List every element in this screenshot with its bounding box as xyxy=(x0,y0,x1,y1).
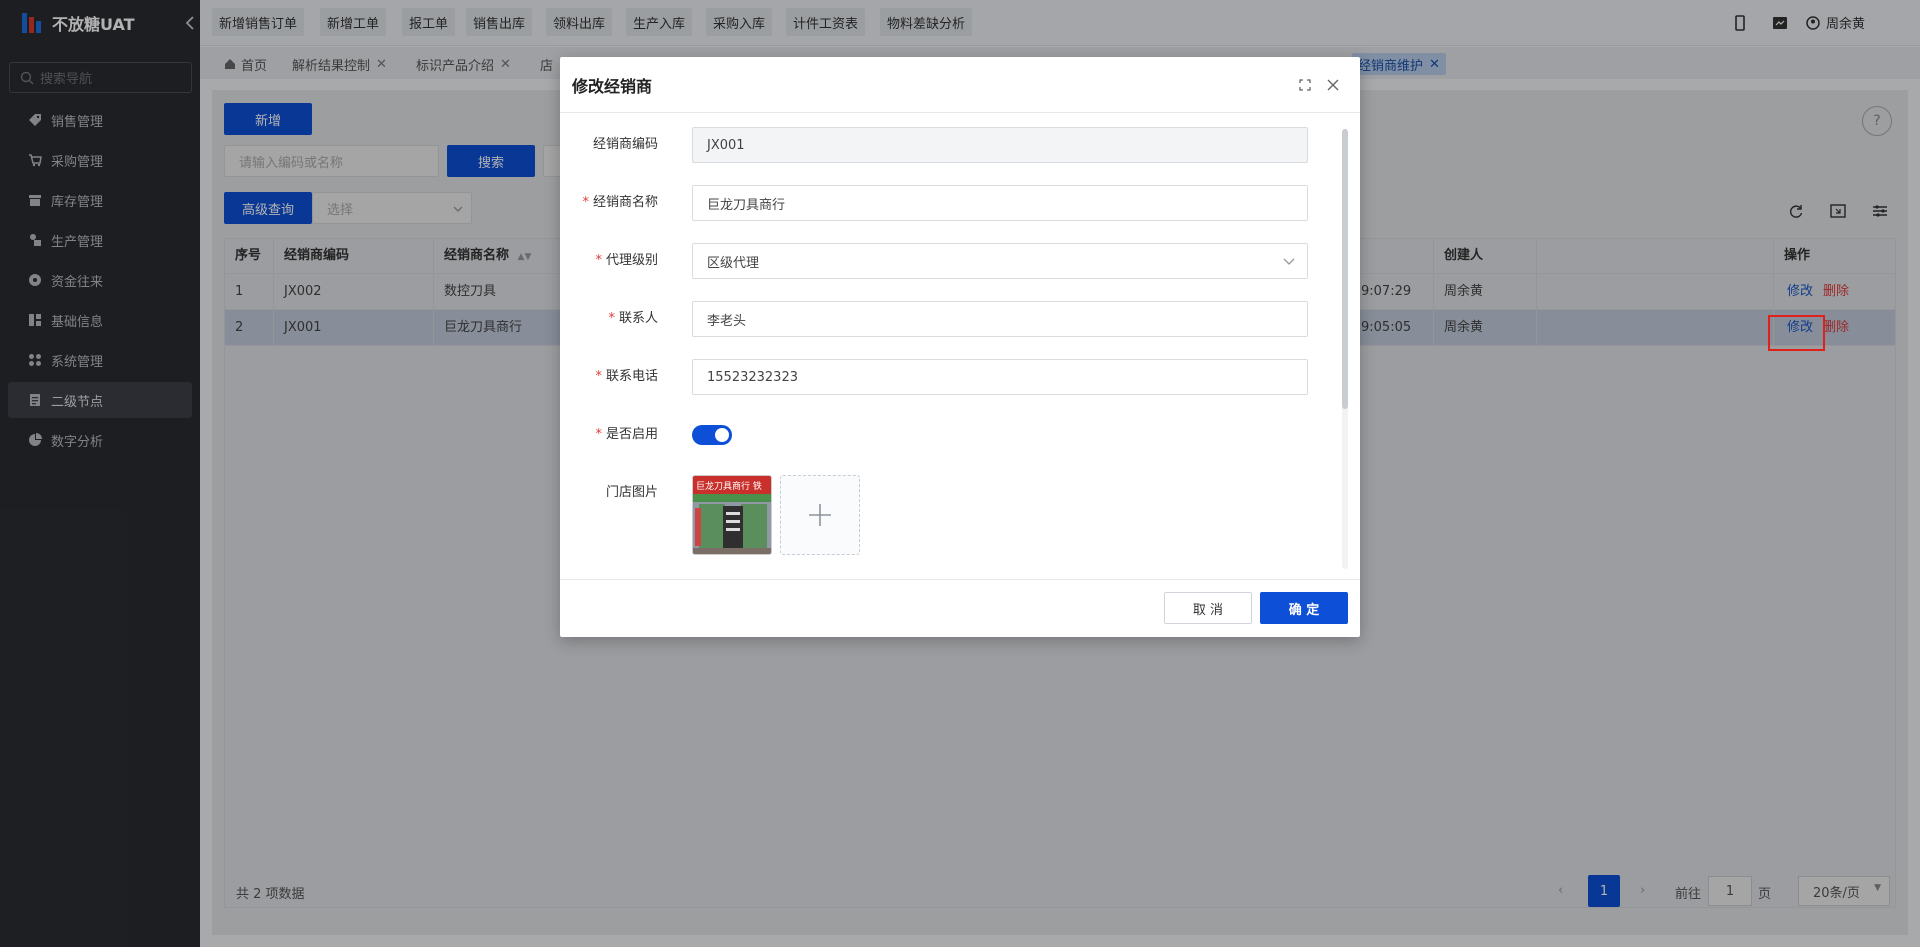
dialog-title: 修改经销商 xyxy=(572,76,653,96)
dealer-name-field[interactable]: 巨龙刀具商行 xyxy=(692,185,1308,221)
focus-highlight-box xyxy=(1768,315,1825,351)
dealer-code-field: JX001 xyxy=(692,127,1308,163)
required-marker: * xyxy=(595,427,602,442)
field-label-text: 代理级别 xyxy=(605,253,658,268)
dialog-scrollbar[interactable] xyxy=(1342,129,1348,569)
chevron-down-icon xyxy=(1283,258,1295,265)
field-label: 门店图片 xyxy=(605,485,658,500)
select-value: 区级代理 xyxy=(707,255,760,271)
contact-person-field[interactable]: 李老头 xyxy=(692,301,1308,337)
field-label: 经销商编码 xyxy=(592,137,658,152)
plus-icon xyxy=(809,504,831,526)
field-label: * 是否启用 xyxy=(595,417,658,453)
confirm-button[interactable]: 确 定 xyxy=(1260,592,1348,624)
field-label: * 联系人 xyxy=(608,301,658,337)
close-icon[interactable] xyxy=(1326,78,1340,92)
form-row-phone: * 联系电话 15523232323 xyxy=(560,359,1340,395)
field-label-text: 是否启用 xyxy=(605,427,658,442)
field-label-text: 经销商名称 xyxy=(592,195,658,210)
form-row-photo: 门店图片 巨龙刀具商行 铁 xyxy=(560,475,1340,557)
agent-level-select[interactable]: 区级代理 xyxy=(692,243,1308,279)
required-marker: * xyxy=(582,195,589,210)
required-marker: * xyxy=(595,369,602,384)
phone-field[interactable]: 15523232323 xyxy=(692,359,1308,395)
form-row-level: * 代理级别 区级代理 xyxy=(560,243,1340,279)
store-photo-thumbnail[interactable]: 巨龙刀具商行 铁 xyxy=(692,475,772,555)
field-label-text: 联系人 xyxy=(618,311,658,326)
field-label: * 代理级别 xyxy=(595,243,658,279)
form-row-name: * 经销商名称 巨龙刀具商行 xyxy=(560,185,1340,221)
form-row-contact: * 联系人 李老头 xyxy=(560,301,1340,337)
field-label-text: 联系电话 xyxy=(605,369,658,384)
form-row-code: 经销商编码 JX001 xyxy=(560,127,1340,163)
enabled-toggle[interactable] xyxy=(692,425,732,445)
required-marker: * xyxy=(595,253,602,268)
store-photo-image: 巨龙刀具商行 铁 xyxy=(693,476,771,554)
edit-dealer-dialog: 修改经销商 经销商编码 JX001 * 经销商名称 巨龙刀具商行 * 代理级别 区级… xyxy=(560,57,1360,637)
form-row-enabled: * 是否启用 xyxy=(560,417,1340,453)
cancel-button[interactable]: 取 消 xyxy=(1164,592,1252,624)
field-label: * 经销商名称 xyxy=(582,185,658,221)
field-label: * 联系电话 xyxy=(595,359,658,395)
required-marker: * xyxy=(608,311,615,326)
maximize-icon[interactable] xyxy=(1298,78,1312,92)
upload-photo-button[interactable] xyxy=(780,475,860,555)
scrollbar-thumb[interactable] xyxy=(1342,129,1348,409)
store-sign-text: 巨龙刀具商行 铁 xyxy=(696,480,762,492)
dialog-header: 修改经销商 xyxy=(560,57,1360,113)
toggle-knob xyxy=(715,428,729,442)
